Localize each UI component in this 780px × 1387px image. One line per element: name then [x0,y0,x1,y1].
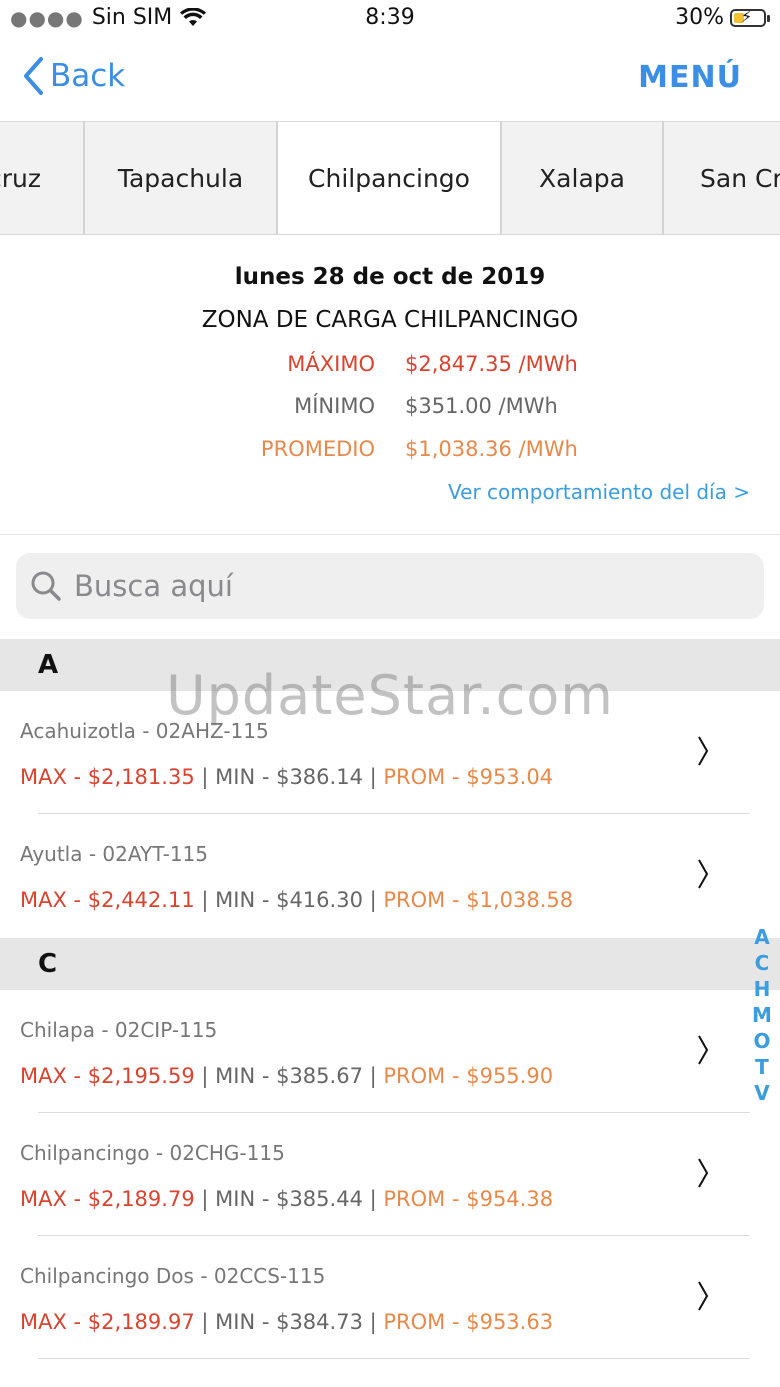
chevron-left-icon [24,57,43,95]
node-name: Chilpancingo Dos - 02CCS-115 [20,1264,326,1288]
node-prom: PROM - $953.63 [383,1310,554,1334]
list-item[interactable]: Ayutla - 02AYT-115 MAX - $2,442.11 | MIN… [0,814,780,937]
battery-icon: ⚡ [730,7,770,27]
status-bar: ●●●● Sin SIM 8:39 30% ⚡ [0,0,780,40]
separator: | [369,888,384,912]
battery-percent: 30% [675,5,724,30]
back-button[interactable]: Back [22,56,125,96]
separator: | [201,888,216,912]
separator: | [369,765,384,789]
node-prom: PROM - $953.04 [383,765,554,789]
index-letter-v[interactable]: V [754,1080,769,1106]
node-max: MAX - $2,189.79 [20,1187,195,1211]
section-letter: C [38,949,58,979]
chevron-right-icon [698,736,709,766]
summary-zone: ZONA DE CARGA CHILPANCINGO [201,307,579,333]
tab-chilpancingo[interactable]: Chilpancingo [278,122,502,234]
summary-date: lunes 28 de oct de 2019 [234,264,546,290]
index-letter-a[interactable]: A [754,924,769,950]
min-value: $351.00 /MWh [405,394,558,418]
tab-tapachula[interactable]: Tapachula [85,122,278,234]
index-letter-h[interactable]: H [754,976,771,1002]
node-name: Ayutla - 02AYT-115 [20,842,208,866]
node-name: Chilapa - 02CIP-115 [20,1018,218,1042]
separator: | [201,1187,216,1211]
watermark: UpdateStar.com [166,664,614,727]
list-item[interactable]: Chilpancingo - 02CHG-115 MAX - $2,189.79… [0,1113,780,1236]
menu-button[interactable]: MENÚ [638,60,742,95]
zone-summary: lunes 28 de oct de 2019 ZONA DE CARGA CH… [0,234,780,535]
index-letter-t[interactable]: T [755,1054,769,1080]
tab-san-cri[interactable]: San Cri [664,122,780,234]
node-max: MAX - $2,189.97 [20,1310,195,1334]
node-prom: PROM - $1,038.58 [383,888,574,912]
node-max: MAX - $2,181.35 [20,765,195,789]
tab-xalapa[interactable]: Xalapa [502,122,664,234]
node-prom: PROM - $955.90 [383,1064,554,1088]
zone-tabs: cruz Tapachula Chilpancingo Xalapa San C… [0,121,780,235]
node-min: MIN - $416.30 [215,888,363,912]
section-header-c: C [0,938,780,990]
node-max: MAX - $2,442.11 [20,888,195,912]
day-behavior-link[interactable]: Ver comportamiento del día > [448,480,750,504]
max-value: $2,847.35 /MWh [405,352,578,376]
node-max: MAX - $2,195.59 [20,1064,195,1088]
chevron-right-icon [698,859,709,889]
separator: | [369,1064,384,1088]
list-item[interactable]: Chilpancingo Dos - 02CCS-115 MAX - $2,18… [0,1236,780,1359]
search-bar[interactable] [16,553,764,619]
tab-cruz[interactable]: cruz [0,122,85,234]
separator: | [201,1064,216,1088]
node-min: MIN - $385.67 [215,1064,363,1088]
list-item[interactable]: Chilapa - 02CIP-115 MAX - $2,195.59 | MI… [0,990,780,1113]
index-letter-m[interactable]: M [752,1002,772,1028]
node-values: MAX - $2,442.11 | MIN - $416.30 | PROM -… [20,888,573,912]
node-values: MAX - $2,181.35 | MIN - $386.14 | PROM -… [20,765,553,789]
chevron-right-icon [698,1035,709,1065]
node-values: MAX - $2,195.59 | MIN - $385.67 | PROM -… [20,1064,553,1088]
separator: | [201,765,216,789]
search-icon [31,571,61,601]
avg-value: $1,038.36 /MWh [405,437,578,461]
index-letter-o[interactable]: O [753,1028,770,1054]
back-label: Back [50,58,126,94]
separator: | [369,1310,384,1334]
max-label: MÁXIMO [287,352,375,376]
index-letter-c[interactable]: C [755,950,770,976]
node-min: MIN - $384.73 [215,1310,363,1334]
node-values: MAX - $2,189.97 | MIN - $384.73 | PROM -… [20,1310,553,1334]
status-right: 30% ⚡ [675,5,770,30]
separator: | [201,1310,216,1334]
row-divider [38,1358,750,1359]
avg-label: PROMEDIO [260,437,375,461]
node-name: Chilpancingo - 02CHG-115 [20,1141,285,1165]
section-index: A C H M O T V [750,924,774,1106]
node-values: MAX - $2,189.79 | MIN - $385.44 | PROM -… [20,1187,553,1211]
node-min: MIN - $386.14 [215,765,363,789]
min-label: MÍNIMO [294,394,375,418]
navigation-bar: Back MENÚ [0,44,780,120]
status-time: 8:39 [365,5,415,30]
chevron-right-icon [698,1158,709,1188]
chevron-right-icon [698,1281,709,1311]
node-prom: PROM - $954.38 [383,1187,554,1211]
separator: | [369,1187,384,1211]
search-input[interactable] [72,568,676,604]
node-min: MIN - $385.44 [215,1187,363,1211]
